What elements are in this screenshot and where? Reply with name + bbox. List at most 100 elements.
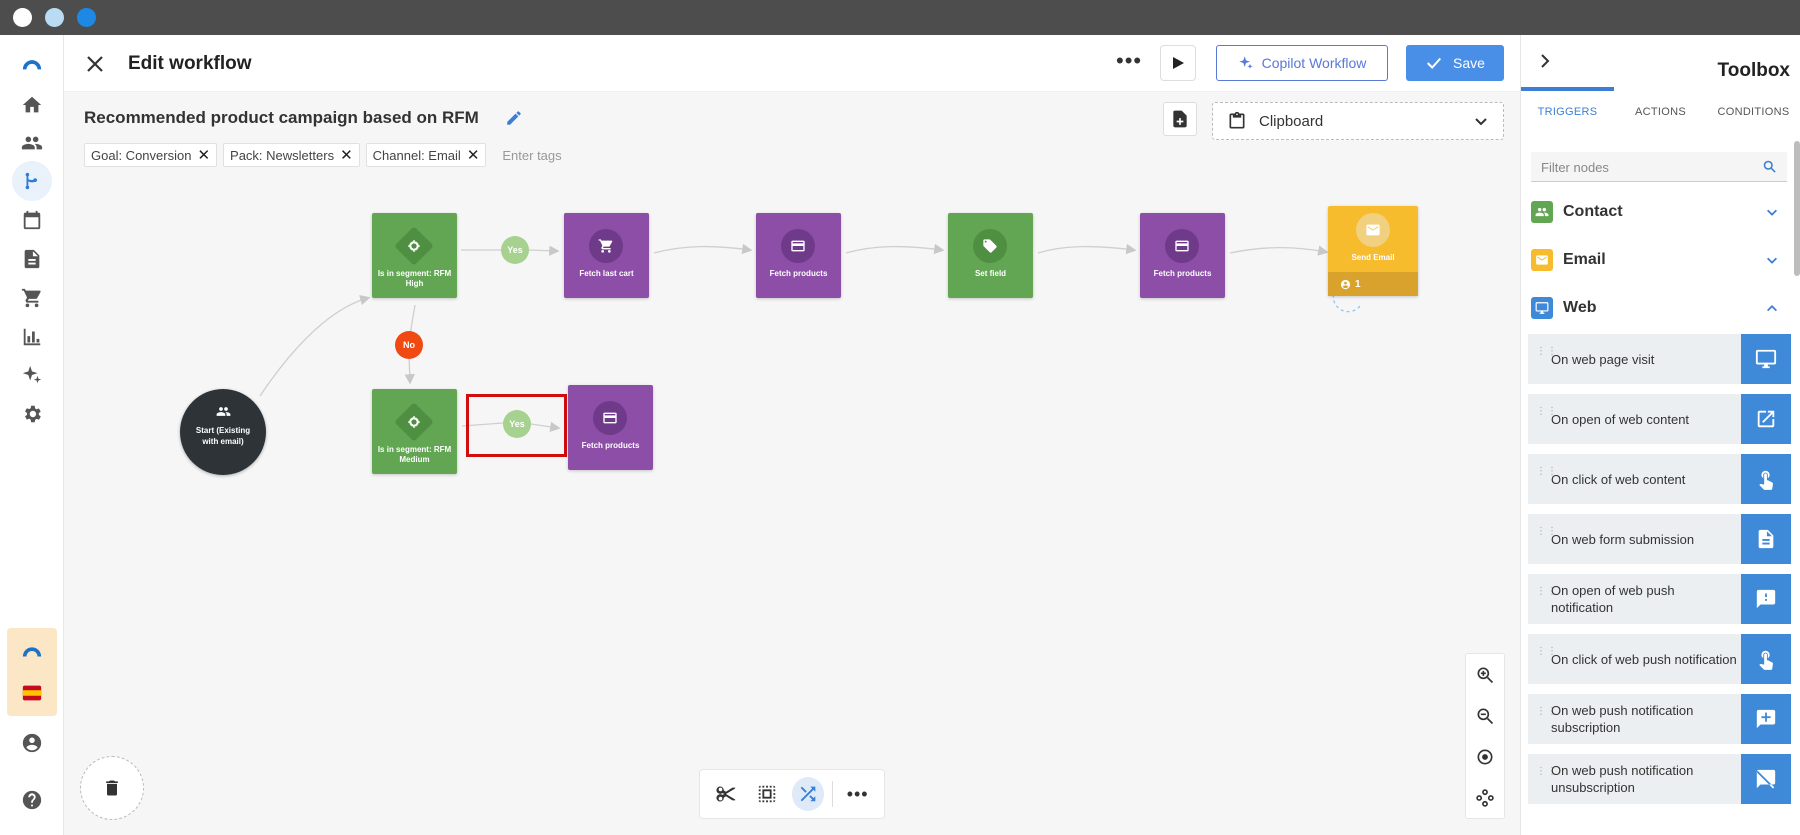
header-bar: Edit workflow ••• Copilot Workflow Save xyxy=(64,35,1520,92)
trigger-click-web-push[interactable]: ⋮⋮ On click of web push notification xyxy=(1528,634,1791,684)
yes-branch-label[interactable]: Yes xyxy=(501,236,529,264)
trigger-click-web-content[interactable]: ⋮⋮ On click of web content xyxy=(1528,454,1791,504)
select-area-button[interactable] xyxy=(751,777,784,811)
window-close-dot[interactable] xyxy=(13,8,32,27)
tab-triggers[interactable]: TRIGGERS xyxy=(1521,92,1614,132)
window-minimize-dot[interactable] xyxy=(45,8,64,27)
no-branch-label[interactable]: No xyxy=(395,331,423,359)
node-segment-medium[interactable]: Is in segment: RFM Medium xyxy=(372,389,457,474)
tab-conditions[interactable]: CONDITIONS xyxy=(1707,92,1800,132)
edge-setfield-to-fetch2 xyxy=(1037,243,1137,255)
nav-home[interactable] xyxy=(12,85,52,125)
trigger-open-web-push[interactable]: ⋮⋮ On open of web push notification xyxy=(1528,574,1791,624)
workflow-canvas[interactable]: Start (Existing with email) Is in segmen… xyxy=(64,160,1520,835)
alert-message-icon xyxy=(1756,589,1776,609)
people-icon xyxy=(21,136,43,150)
run-workflow-button[interactable] xyxy=(1160,45,1196,81)
zoom-out-button[interactable] xyxy=(1466,695,1504,736)
search-icon xyxy=(1763,160,1776,173)
people-icon xyxy=(216,407,231,416)
nav-settings[interactable] xyxy=(12,394,52,434)
trigger-icon-box xyxy=(1741,514,1791,564)
filter-nodes-input[interactable]: Filter nodes xyxy=(1531,152,1787,182)
close-editor-button[interactable] xyxy=(82,51,108,77)
account-switcher[interactable] xyxy=(7,628,57,716)
nav-workflows[interactable] xyxy=(12,161,52,201)
drag-handle-icon[interactable]: ⋮⋮ xyxy=(1536,467,1557,489)
drag-handle-icon[interactable]: ⋮⋮ xyxy=(1536,527,1557,549)
drag-handle-icon[interactable]: ⋮⋮ xyxy=(1536,767,1557,789)
edge-fetch2-to-email xyxy=(1229,245,1329,256)
home-icon xyxy=(22,96,42,113)
trigger-web-page-visit[interactable]: ⋮⋮ On web page visit xyxy=(1528,334,1791,384)
drag-handle-icon[interactable]: ⋮⋮ xyxy=(1536,347,1557,369)
clipboard-dropdown[interactable]: Clipboard xyxy=(1212,102,1504,140)
sparkles-icon xyxy=(1238,56,1253,69)
zoom-out-icon xyxy=(1477,708,1494,724)
node-icon-wrap xyxy=(593,401,627,435)
brand-logo[interactable] xyxy=(12,42,52,82)
drag-handle-icon[interactable]: ⋮⋮ xyxy=(1536,707,1557,729)
edit-name-icon[interactable] xyxy=(505,109,523,127)
delete-drop-zone[interactable] xyxy=(80,756,144,820)
node-send-email[interactable]: Send Email 1 xyxy=(1328,206,1418,296)
nav-help[interactable] xyxy=(12,780,52,820)
nav-ai[interactable] xyxy=(12,355,52,395)
center-view-button[interactable] xyxy=(1466,736,1504,777)
node-icon-wrap xyxy=(1165,229,1199,263)
category-contact[interactable]: Contact xyxy=(1531,198,1787,226)
more-tools-button[interactable]: ••• xyxy=(841,777,874,811)
trigger-icon-box xyxy=(1741,754,1791,804)
node-fetch-last-cart[interactable]: Fetch last cart xyxy=(564,213,649,298)
trigger-web-form-submission[interactable]: ⋮⋮ On web form submission xyxy=(1528,514,1791,564)
category-web[interactable]: Web xyxy=(1531,294,1787,322)
trigger-open-web-content[interactable]: ⋮⋮ On open of web content xyxy=(1528,394,1791,444)
drag-handle-icon[interactable]: ⋮⋮ xyxy=(1536,587,1557,609)
user-circle-icon xyxy=(1340,279,1351,289)
cancel-message-icon xyxy=(1756,769,1776,789)
trigger-label: On open of web content xyxy=(1551,411,1690,427)
node-fetch-products-2[interactable]: Fetch products xyxy=(1140,213,1225,298)
node-label: Set field xyxy=(974,269,1007,278)
collapse-toolbox-icon[interactable] xyxy=(1535,51,1555,71)
save-button[interactable]: Save xyxy=(1406,45,1504,81)
more-options-button[interactable]: ••• xyxy=(1116,50,1142,72)
node-fetch-products-1[interactable]: Fetch products xyxy=(756,213,841,298)
nav-analytics[interactable] xyxy=(12,317,52,357)
help-icon xyxy=(22,790,42,810)
node-label: Send Email xyxy=(1351,253,1395,262)
card-icon xyxy=(791,240,805,252)
shuffle-connections-button[interactable] xyxy=(791,777,825,811)
start-node[interactable]: Start (Existing with email) xyxy=(180,389,266,475)
monitor-icon xyxy=(1755,349,1777,369)
cut-button[interactable] xyxy=(710,777,743,811)
target-icon xyxy=(1477,749,1493,764)
trigger-icon-box xyxy=(1741,634,1791,684)
node-segment-high[interactable]: Is in segment: RFM High xyxy=(372,213,457,298)
user-circle-icon xyxy=(22,733,42,753)
category-email[interactable]: Email xyxy=(1531,246,1787,274)
add-note-button[interactable] xyxy=(1163,102,1197,136)
node-set-field[interactable]: Set field xyxy=(948,213,1033,298)
note-add-icon xyxy=(1173,110,1187,128)
window-maximize-dot[interactable] xyxy=(77,8,96,27)
nav-calendar[interactable] xyxy=(12,200,52,240)
nav-documents[interactable] xyxy=(12,239,52,279)
edge-start-to-high xyxy=(259,295,371,397)
tab-actions[interactable]: ACTIONS xyxy=(1614,92,1707,132)
drag-handle-icon[interactable]: ⋮⋮ xyxy=(1536,647,1557,669)
toolbox-scrollbar[interactable] xyxy=(1794,141,1800,276)
trigger-web-push-unsubscription[interactable]: ⋮⋮ On web push notification unsubscripti… xyxy=(1528,754,1791,804)
node-label: Fetch products xyxy=(1153,269,1212,278)
nav-profile[interactable] xyxy=(12,723,52,763)
copilot-workflow-button[interactable]: Copilot Workflow xyxy=(1216,45,1388,81)
nav-contacts[interactable] xyxy=(12,123,52,163)
drag-handle-icon[interactable]: ⋮⋮ xyxy=(1536,407,1557,429)
node-fetch-products-3[interactable]: Fetch products xyxy=(568,385,653,470)
nav-shop[interactable] xyxy=(12,278,52,318)
auto-layout-button[interactable] xyxy=(1466,777,1504,818)
trigger-web-push-subscription[interactable]: ⋮⋮ On web push notification subscription xyxy=(1528,694,1791,744)
active-tab-indicator xyxy=(1521,87,1614,91)
toolbox-tabs: TRIGGERS ACTIONS CONDITIONS xyxy=(1521,92,1800,132)
zoom-in-button[interactable] xyxy=(1466,654,1504,695)
